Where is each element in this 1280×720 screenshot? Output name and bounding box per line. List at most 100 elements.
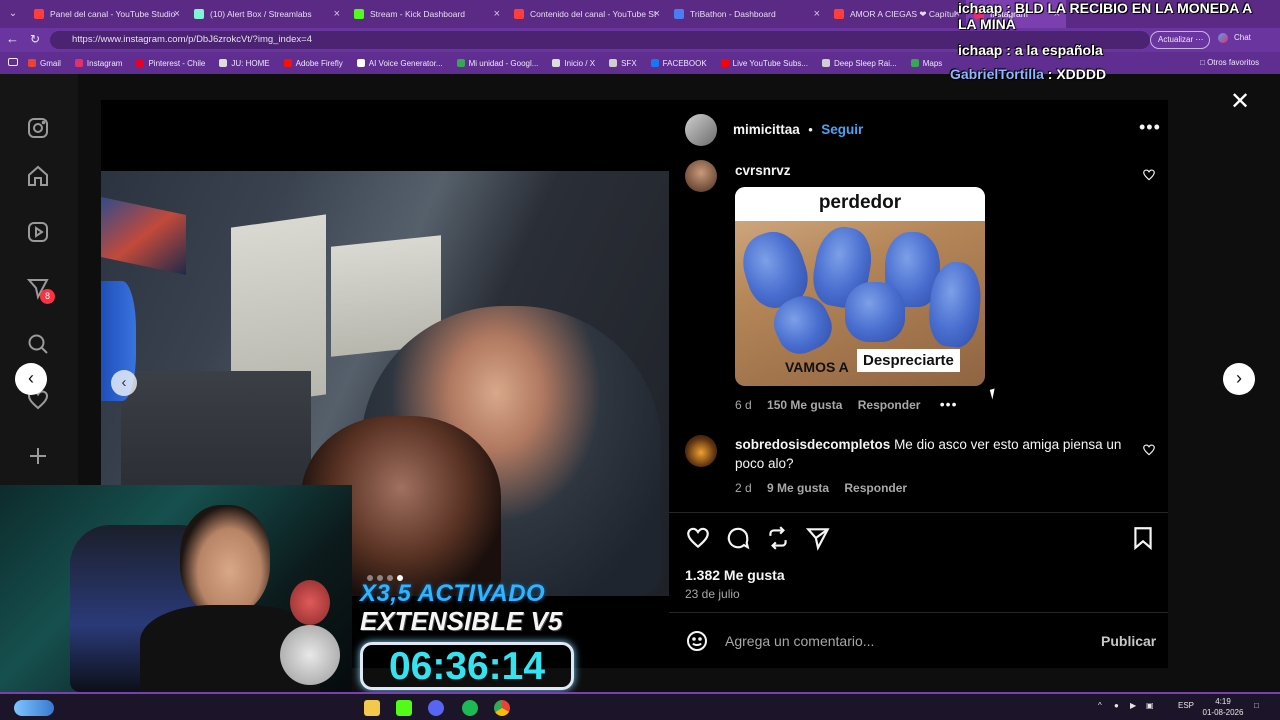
tray-volume-icon[interactable]: ▶ xyxy=(1130,701,1136,710)
spotify-app-icon[interactable] xyxy=(462,700,478,716)
bookmark-item[interactable]: Adobe Firefly xyxy=(283,58,343,68)
instagram-logo-icon[interactable] xyxy=(26,116,50,140)
bookmark-label: Deep Sleep Rai... xyxy=(834,58,897,68)
separator-dot: • xyxy=(808,122,813,137)
reels-icon[interactable] xyxy=(26,220,50,244)
tray-mic-icon[interactable]: ● xyxy=(1114,701,1119,710)
comment-options-icon[interactable]: ••• xyxy=(940,396,958,412)
comment-username[interactable]: sobredosisdecompletos xyxy=(735,437,890,452)
chrome-app-icon[interactable] xyxy=(494,700,510,716)
prev-post-button[interactable]: ‹ xyxy=(15,363,47,395)
bookmark-item[interactable]: Mi unidad - Googl... xyxy=(456,58,539,68)
comment-likes[interactable]: 9 Me gusta xyxy=(767,481,829,495)
bookmark-favicon-icon xyxy=(74,59,83,67)
comment-like-icon[interactable] xyxy=(1142,168,1156,187)
repost-icon[interactable] xyxy=(765,525,791,556)
files-app-icon[interactable] xyxy=(364,700,380,716)
tab-close-icon[interactable]: × xyxy=(814,8,820,20)
tab-search-button[interactable]: ⌄ xyxy=(0,0,26,28)
messages-badge: 8 xyxy=(40,289,55,304)
author-avatar[interactable] xyxy=(685,114,717,146)
browser-tab[interactable]: (10) Alert Box / Streamlabs × xyxy=(186,0,346,28)
bookmark-item[interactable]: Inicio / X xyxy=(552,59,595,68)
tray-clock[interactable]: 4:19 01-08-2026 xyxy=(1200,696,1246,718)
tab-close-icon[interactable]: × xyxy=(174,8,180,20)
bookmark-item[interactable]: AI Voice Generator... xyxy=(356,58,443,68)
kick-app-icon[interactable] xyxy=(396,700,412,716)
comment-like-icon[interactable] xyxy=(1142,443,1156,462)
reload-icon[interactable]: ↻ xyxy=(30,32,44,46)
bookmark-label: Live YouTube Subs... xyxy=(732,58,808,68)
close-icon[interactable]: ✕ xyxy=(1228,90,1252,115)
divider xyxy=(669,512,1168,513)
bookmark-label: Gmail xyxy=(40,58,61,68)
save-icon[interactable] xyxy=(1130,525,1156,556)
tray-chevron-icon[interactable]: ^ xyxy=(1098,701,1102,710)
share-icon[interactable] xyxy=(805,525,831,556)
gif-bottom-big-text: Despreciarte xyxy=(857,349,960,372)
tab-close-icon[interactable]: × xyxy=(654,8,660,20)
bookmark-favicon-icon xyxy=(650,59,659,67)
author-username[interactable]: mimicittaa xyxy=(733,122,800,137)
comment-icon[interactable] xyxy=(725,525,751,556)
back-icon[interactable]: ← xyxy=(6,32,20,46)
widgets-icon[interactable] xyxy=(14,700,54,716)
browser-tab[interactable]: TriBathon - Dashboard × xyxy=(666,0,826,28)
bookmark-label: Mi unidad - Googl... xyxy=(468,58,539,68)
bookmark-item[interactable]: JU: HOME xyxy=(219,58,270,68)
tab-close-icon[interactable]: × xyxy=(334,8,340,20)
bookmark-item[interactable]: Live YouTube Subs... xyxy=(720,58,808,68)
bookmark-label: AI Voice Generator... xyxy=(368,58,443,68)
bookmark-item[interactable]: SFX xyxy=(609,59,637,68)
tab-favicon-icon xyxy=(514,9,524,19)
bookmark-favicon-icon xyxy=(456,59,465,67)
reply-button[interactable]: Responder xyxy=(844,481,907,495)
tab-label: Panel del canal - YouTube Studio xyxy=(50,9,176,19)
bookmark-item[interactable]: Gmail xyxy=(28,59,61,68)
browser-tab[interactable]: Contenido del canal - YouTube St... × xyxy=(506,0,666,28)
bookmark-item[interactable]: Pinterest - Chile xyxy=(136,59,205,68)
bookmark-label: JU: HOME xyxy=(231,58,270,68)
bookmarks-menu-icon[interactable] xyxy=(8,58,18,66)
comment-avatar[interactable] xyxy=(685,160,717,192)
bookmark-favicon-icon xyxy=(356,59,365,67)
carousel-prev-button[interactable]: ‹ xyxy=(111,370,137,396)
webcam-feed xyxy=(0,485,352,692)
comment-username[interactable]: cvrsnrvz xyxy=(735,163,791,178)
comment-avatar[interactable] xyxy=(685,435,717,467)
comment-body: sobredosisdecompletos Me dio asco ver es… xyxy=(735,435,1130,473)
comment-meta: 6 d 150 Me gusta Responder ••• xyxy=(735,396,958,412)
bookmark-item[interactable]: FACEBOOK xyxy=(650,59,707,68)
bookmark-label: Adobe Firefly xyxy=(295,58,343,68)
reply-button[interactable]: Responder xyxy=(858,398,921,412)
bookmark-favicon-icon xyxy=(136,59,145,67)
follow-button[interactable]: Seguir xyxy=(821,122,863,137)
browser-tab[interactable]: AMOR A CIEGAS ❤ Capítulo 8 × xyxy=(826,0,966,28)
next-post-button[interactable]: › xyxy=(1223,363,1255,395)
comment-input-placeholder: Agrega un comentario... xyxy=(725,633,875,649)
streamer-head xyxy=(180,505,270,615)
search-icon[interactable] xyxy=(26,332,50,356)
create-icon[interactable] xyxy=(26,444,50,468)
more-options-icon[interactable]: ••• xyxy=(1139,117,1161,138)
chat-text: XDDDD xyxy=(1056,66,1107,82)
post-likes[interactable]: 1.382 Me gusta xyxy=(685,567,785,583)
bookmark-label: Maps xyxy=(922,58,943,68)
emoji-icon[interactable] xyxy=(685,629,709,658)
tray-language[interactable]: ESP xyxy=(1178,701,1194,710)
bookmark-favicon-icon xyxy=(28,59,36,67)
browser-tab[interactable]: Panel del canal - YouTube Studio × xyxy=(26,0,186,28)
tray-network-icon[interactable]: ▣ xyxy=(1146,701,1154,710)
bookmark-item[interactable]: Maps xyxy=(910,58,943,68)
comment-input[interactable]: Agrega un comentario... xyxy=(725,633,1085,651)
publish-button[interactable]: Publicar xyxy=(1101,633,1156,649)
bookmark-item[interactable]: Instagram xyxy=(74,59,122,68)
comment-likes[interactable]: 150 Me gusta xyxy=(767,398,842,412)
home-icon[interactable] xyxy=(26,164,50,188)
bookmark-item[interactable]: Deep Sleep Rai... xyxy=(822,59,897,68)
discord-app-icon[interactable] xyxy=(428,700,444,716)
like-icon[interactable] xyxy=(685,525,711,556)
tab-close-icon[interactable]: × xyxy=(494,8,500,20)
browser-tab[interactable]: Stream - Kick Dashboard × xyxy=(346,0,506,28)
notifications-icon[interactable]: □ xyxy=(1254,701,1259,710)
